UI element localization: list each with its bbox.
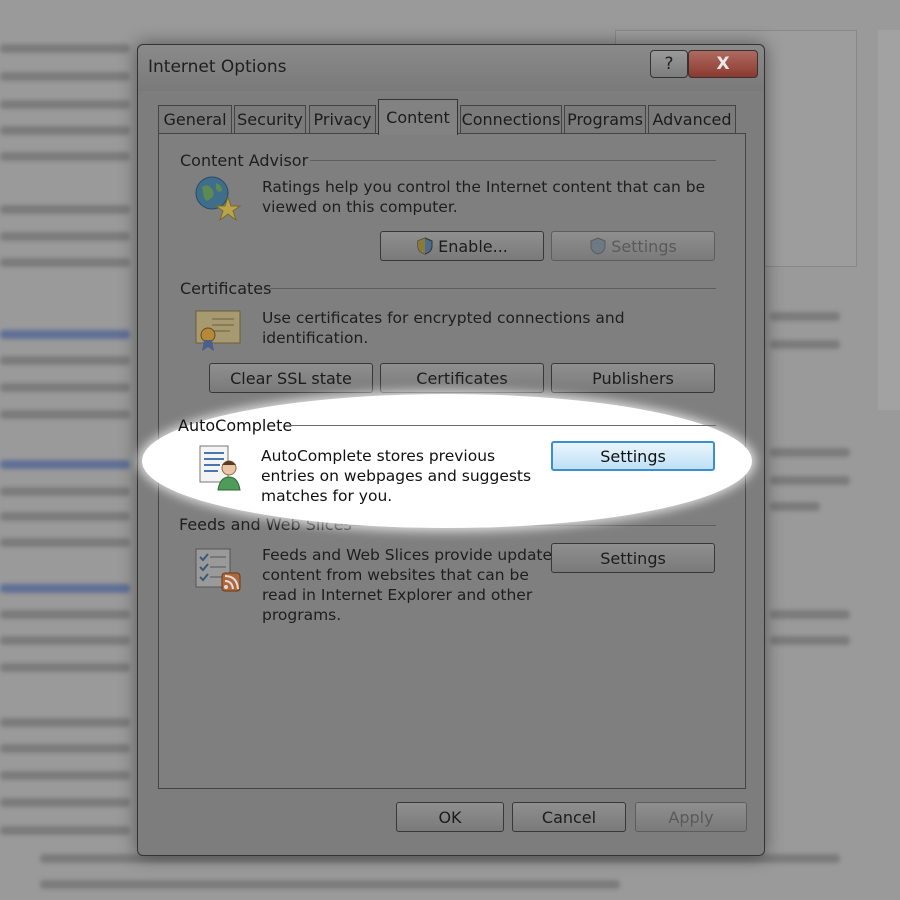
autocomplete-settings-button[interactable]: Settings xyxy=(551,441,715,471)
cancel-button[interactable]: Cancel xyxy=(512,802,626,832)
background-text-line xyxy=(770,340,840,349)
help-button[interactable]: ? xyxy=(650,50,688,78)
group-separator xyxy=(310,160,716,161)
background-text-line xyxy=(0,663,130,672)
background-text-line xyxy=(0,771,130,780)
button-label: Certificates xyxy=(416,368,508,388)
background-link-line xyxy=(0,584,130,593)
certificates-button[interactable]: Certificates xyxy=(380,363,544,393)
background-text-line xyxy=(0,610,130,619)
feeds-description: Feeds and Web Slices provide updated con… xyxy=(262,546,562,624)
tab-general[interactable]: General xyxy=(158,105,232,133)
shield-icon xyxy=(590,237,606,255)
tab-label: Connections xyxy=(461,110,561,129)
background-text-line xyxy=(0,356,130,365)
tab-label: Programs xyxy=(567,110,643,129)
background-text-line xyxy=(770,448,850,457)
button-label: Settings xyxy=(611,236,677,256)
autocomplete-description: AutoComplete stores previous entries on … xyxy=(261,447,532,505)
close-icon: X xyxy=(716,54,730,74)
clear-ssl-state-button[interactable]: Clear SSL state xyxy=(209,363,373,393)
background-text-line xyxy=(0,152,130,161)
background-text-line xyxy=(0,383,130,392)
tab-label: Security xyxy=(237,110,303,129)
background-text-line xyxy=(0,538,130,547)
tab-label: Privacy xyxy=(313,110,372,129)
certificates-description: Use certificates for encrypted connectio… xyxy=(262,309,625,347)
background-text-line xyxy=(0,744,130,753)
background-text-line xyxy=(770,476,850,485)
button-label: OK xyxy=(438,807,462,827)
autocomplete-user-icon xyxy=(199,445,241,491)
certificate-icon xyxy=(195,310,241,351)
background-text-line xyxy=(0,512,130,521)
background-text-line xyxy=(0,232,130,241)
ok-button[interactable]: OK xyxy=(396,802,504,832)
feeds-settings-button[interactable]: Settings xyxy=(551,543,715,573)
group-separator xyxy=(270,288,716,289)
publishers-button[interactable]: Publishers xyxy=(551,363,715,393)
background-text-line xyxy=(770,636,850,645)
background-text-line xyxy=(0,487,130,496)
background-text-line xyxy=(0,826,130,835)
title-bar[interactable]: Internet Options ? X xyxy=(138,45,764,91)
shield-icon xyxy=(417,237,433,255)
background-sidebar xyxy=(878,30,900,410)
content-advisor-settings-button[interactable]: Settings xyxy=(551,231,715,261)
feeds-list-icon xyxy=(195,548,241,592)
background-text-line xyxy=(770,312,840,321)
background-text-line xyxy=(40,880,620,889)
background-text-line xyxy=(0,44,130,53)
button-label: Settings xyxy=(600,446,666,466)
autocomplete-title: AutoComplete xyxy=(178,416,293,435)
background-text-line xyxy=(0,718,130,727)
tab-label: General xyxy=(163,110,227,129)
dialog-title: Internet Options xyxy=(148,57,287,77)
content-advisor-title: Content Advisor xyxy=(180,151,309,170)
background-text-line xyxy=(0,205,130,214)
tab-programs[interactable]: Programs xyxy=(564,105,646,133)
apply-button[interactable]: Apply xyxy=(635,802,747,832)
background-text-line xyxy=(0,636,130,645)
button-label: Settings xyxy=(600,548,666,568)
background-text-line xyxy=(770,610,850,619)
tab-advanced[interactable]: Advanced xyxy=(648,105,736,133)
background-text-line xyxy=(0,72,130,81)
close-button[interactable]: X xyxy=(688,50,758,78)
button-label: Cancel xyxy=(541,807,597,827)
background-text-line xyxy=(0,798,130,807)
background-text-line xyxy=(0,100,130,109)
button-label: Enable... xyxy=(438,236,508,256)
certificates-title: Certificates xyxy=(180,279,272,298)
enable-button[interactable]: Enable... xyxy=(380,231,544,261)
help-icon: ? xyxy=(664,54,674,74)
button-label: Publishers xyxy=(592,368,674,388)
tab-security[interactable]: Security xyxy=(234,105,306,133)
tab-label: Advanced xyxy=(652,110,732,129)
group-separator xyxy=(290,425,716,426)
background-text-line xyxy=(0,410,130,419)
background-link-line xyxy=(0,460,130,469)
button-label: Clear SSL state xyxy=(230,368,352,388)
tab-connections[interactable]: Connections xyxy=(460,105,562,133)
button-label: Apply xyxy=(668,807,714,827)
background-text-line xyxy=(0,258,130,267)
background-link-line xyxy=(0,330,130,339)
tab-content[interactable]: Content xyxy=(378,99,458,135)
background-text-line xyxy=(0,126,130,135)
tab-privacy[interactable]: Privacy xyxy=(309,105,376,133)
background-text-line xyxy=(770,502,820,511)
tab-label: Content xyxy=(386,108,450,127)
globe-star-icon xyxy=(195,176,242,222)
content-advisor-description: Ratings help you control the Internet co… xyxy=(262,178,706,216)
